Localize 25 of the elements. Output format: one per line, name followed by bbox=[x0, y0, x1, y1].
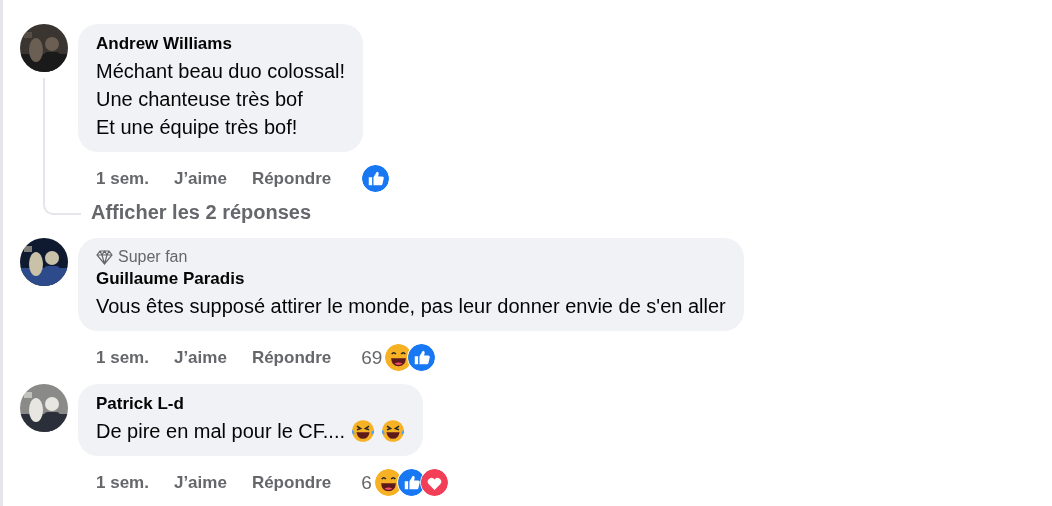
author-name[interactable]: Guillaume Paradis bbox=[96, 269, 726, 289]
reaction-count[interactable]: 6 bbox=[361, 471, 372, 494]
like-link[interactable]: J’aime bbox=[173, 168, 227, 189]
badge-label: Super fan bbox=[118, 248, 188, 266]
timestamp[interactable]: 1 sem. bbox=[96, 347, 149, 368]
comment-text: Vous êtes supposé attirer le monde, pas leur donner envie de s'en aller bbox=[96, 294, 726, 319]
like-link[interactable]: J’aime bbox=[173, 472, 227, 493]
view-replies-link[interactable]: Afficher les 2 réponses bbox=[91, 201, 312, 224]
like-reaction-icon bbox=[407, 343, 437, 372]
comment-text: Méchant beau duo colossal! Une chanteuse très bof Et une équipe très bof! bbox=[96, 59, 346, 140]
laughing-tears-icon bbox=[351, 419, 375, 443]
reaction-count[interactable]: 69 bbox=[361, 346, 383, 369]
diamond-icon bbox=[96, 249, 113, 265]
timestamp[interactable]: 1 sem. bbox=[96, 168, 149, 189]
like-reaction-icon bbox=[361, 164, 391, 193]
like-link[interactable]: J’aime bbox=[173, 347, 227, 368]
author-name[interactable]: Patrick L-d bbox=[96, 394, 405, 414]
timestamp[interactable]: 1 sem. bbox=[96, 472, 149, 493]
comment-text: De pire en mal pour le CF.... bbox=[96, 419, 345, 444]
author-name[interactable]: Andrew Williams bbox=[96, 34, 346, 54]
love-reaction-icon bbox=[419, 468, 449, 497]
reply-link[interactable]: Répondre bbox=[251, 168, 332, 189]
reply-link[interactable]: Répondre bbox=[251, 472, 332, 493]
reply-link[interactable]: Répondre bbox=[251, 347, 332, 368]
laughing-tears-icon bbox=[381, 419, 405, 443]
